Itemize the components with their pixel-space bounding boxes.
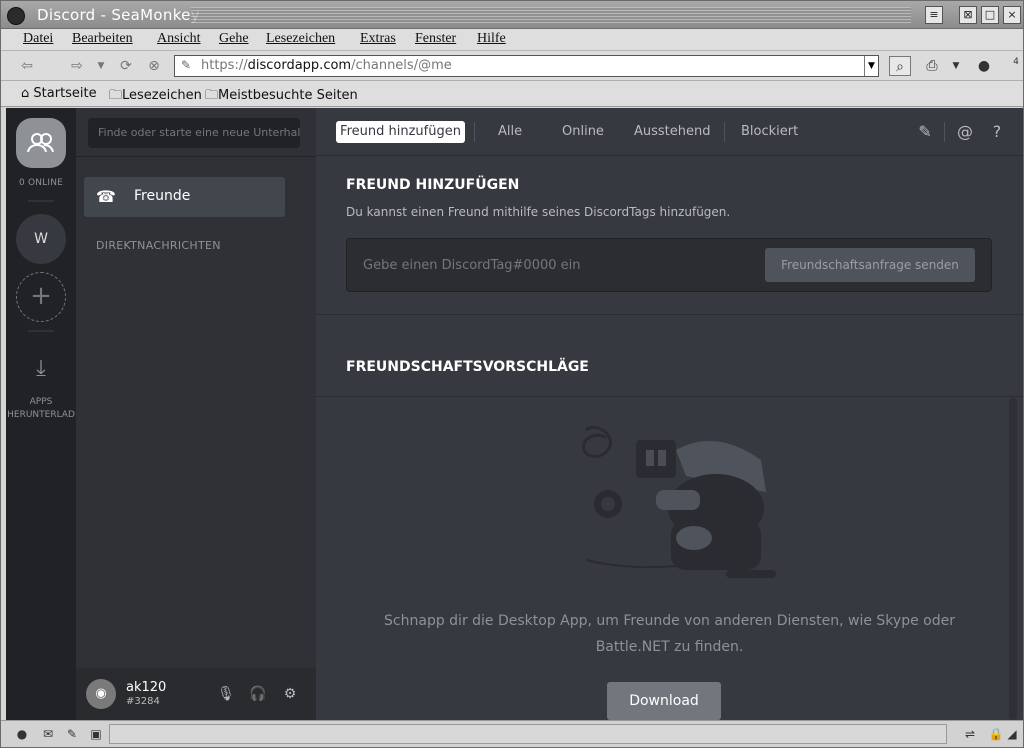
tab-blocked[interactable]: Blockiert <box>741 124 798 139</box>
desktop-app-message: Schnapp dir die Desktop App, um Freunde … <box>384 613 955 655</box>
tab-add-friend[interactable]: Freund hinzufügen <box>336 121 465 143</box>
download-apps-label[interactable]: APPS HERUNTERLAD <box>6 396 76 422</box>
channel-sidebar: Finde oder starte eine neue Unterhaltung… <box>76 108 316 720</box>
tab-online[interactable]: Online <box>562 124 604 139</box>
restore-icon[interactable]: □ <box>981 6 999 24</box>
resize-grip-icon[interactable]: ◢ <box>1005 725 1019 743</box>
back-icon[interactable]: ⇦ <box>15 56 39 76</box>
friends-icon: ☎ <box>96 187 116 206</box>
browser-window: Discord - SeaMonkey ≡ ⊠ □ × Datei Bearbe… <box>0 0 1024 748</box>
maximize-icon[interactable]: ⊠ <box>959 6 977 24</box>
username: ak120 <box>126 680 167 695</box>
menu-bar: Datei Bearbeiten Ansicht Gehe Lesezeiche… <box>1 29 1023 51</box>
security-lock-icon[interactable]: 🔒 <box>987 725 1005 743</box>
download-button[interactable]: Download <box>607 682 721 720</box>
menu-hilfe[interactable]: Hilfe <box>477 31 506 47</box>
direct-messages-header: DIREKTNACHRICHTEN <box>96 239 221 252</box>
composer-icon[interactable]: ✎ <box>63 725 81 743</box>
address-book-icon[interactable]: ▣ <box>87 725 105 743</box>
friends-home-icon[interactable] <box>16 118 66 168</box>
menu-ansicht[interactable]: Ansicht <box>157 31 201 47</box>
forward-dropdown-icon[interactable]: ▼ <box>95 56 107 76</box>
url-bar[interactable]: ✎ https://discordapp.com/channels/@me ▼ <box>174 55 879 77</box>
bookmark-startseite[interactable]: ⌂ Startseite <box>21 86 97 101</box>
discord-tag-input[interactable]: Gebe einen DiscordTag#0000 ein Freundsch… <box>346 238 992 292</box>
add-server-icon[interactable]: + <box>16 272 66 322</box>
addon-badge-count: 4 <box>1013 57 1019 67</box>
home-icon: ⌂ <box>21 86 30 101</box>
new-group-dm-icon[interactable]: ✎ <box>914 121 936 143</box>
add-friend-heading: FREUND HINZUFÜGEN <box>346 177 520 193</box>
guild-sidebar: 0 ONLINE W + ⤓ APPS HERUNTERLAD <box>6 108 76 720</box>
guild-divider <box>28 330 54 332</box>
stop-icon[interactable]: ⊗ <box>143 56 165 76</box>
menu-bearbeiten[interactable]: Bearbeiten <box>72 31 133 47</box>
tab-divider <box>474 122 475 142</box>
discord-app: 0 ONLINE W + ⤓ APPS HERUNTERLAD Finde ode… <box>6 108 1023 720</box>
section-divider <box>316 314 1023 315</box>
download-icon[interactable]: ⤓ <box>16 344 66 394</box>
menu-fenster[interactable]: Fenster <box>415 31 456 47</box>
status-text-field <box>109 724 947 744</box>
mail-icon[interactable]: ✉ <box>39 725 57 743</box>
channel-divider <box>76 156 316 157</box>
conversation-search-input[interactable]: Finde oder starte eine neue Unterhaltung <box>88 118 300 148</box>
help-icon[interactable]: ? <box>986 121 1008 143</box>
send-friend-request-button[interactable]: Freundschaftsanfrage senden <box>765 248 975 282</box>
tab-all[interactable]: Alle <box>498 124 522 139</box>
status-bar: ● ✉ ✎ ▣ ⇌ 🔒 ◢ <box>1 720 1023 747</box>
friends-main-panel: Freund hinzufügen Alle Online Ausstehend… <box>316 108 1023 720</box>
search-icon[interactable]: ⌕ <box>889 56 911 76</box>
tab-pending[interactable]: Ausstehend <box>634 124 711 139</box>
wumpus-gaming-illustration <box>581 425 776 578</box>
main-scrollbar[interactable] <box>1009 398 1017 720</box>
discord-tag-placeholder: Gebe einen DiscordTag#0000 ein <box>363 258 581 273</box>
headphones-icon[interactable]: 🎧 <box>248 684 268 704</box>
friends-tab-bar: Freund hinzufügen Alle Online Ausstehend… <box>316 108 1023 156</box>
settings-gear-icon[interactable]: ⚙ <box>280 684 300 704</box>
shade-button[interactable]: ≡ <box>925 6 943 24</box>
addon-badge-icon[interactable]: 4 <box>999 56 1021 76</box>
user-panel: ◉ ak120 #3284 🎙 🎧 ⚙ <box>76 668 316 720</box>
forward-icon[interactable]: ⇨ <box>65 56 89 76</box>
online-count: 0 ONLINE <box>18 178 64 188</box>
navigator-icon[interactable]: ● <box>13 725 31 743</box>
title-bar: Discord - SeaMonkey ≡ ⊠ □ × <box>1 1 1023 29</box>
friends-nav-item[interactable]: ☎ Freunde <box>84 177 285 217</box>
page-icon: ✎ <box>181 58 192 72</box>
url-text[interactable]: https://discordapp.com/channels/@me <box>201 58 452 73</box>
user-avatar[interactable]: ◉ <box>86 679 116 709</box>
user-tag: #3284 <box>126 696 160 707</box>
tab-divider <box>724 122 725 142</box>
throbber-icon: ● <box>977 58 991 74</box>
url-dropdown-icon[interactable]: ▼ <box>864 56 878 76</box>
print-icon[interactable]: ⎙ <box>921 56 943 76</box>
menu-datei[interactable]: Datei <box>23 31 53 47</box>
print-dropdown-icon[interactable]: ▼ <box>949 56 963 76</box>
menu-lesezeichen[interactable]: Lesezeichen <box>266 31 335 47</box>
close-icon[interactable]: × <box>1003 6 1021 24</box>
guild-divider <box>28 200 54 202</box>
section-divider <box>316 396 1023 397</box>
friend-suggestions-heading: FREUNDSCHAFTSVORSCHLÄGE <box>346 359 589 375</box>
menu-extras[interactable]: Extras <box>360 31 396 47</box>
friends-label: Freunde <box>134 188 191 204</box>
microphone-icon[interactable]: 🎙 <box>216 684 236 704</box>
folder-icon: 🗀 <box>205 88 219 103</box>
titlebar-grip <box>191 7 911 23</box>
bookmark-meistbesuchte[interactable]: 🗀Meistbesuchte Seiten <box>205 86 358 108</box>
seamonkey-icon <box>7 7 25 25</box>
reload-icon[interactable]: ⟳ <box>115 56 137 76</box>
tab-divider <box>944 122 945 142</box>
mentions-icon[interactable]: @ <box>954 121 976 143</box>
server-w[interactable]: W <box>16 214 66 264</box>
add-friend-description: Du kannst einen Freund mithilfe seines D… <box>346 205 731 219</box>
window-title: Discord - SeaMonkey <box>37 6 200 24</box>
online-status-icon[interactable]: ⇌ <box>957 725 983 743</box>
bookmark-lesezeichen[interactable]: 🗀Lesezeichen <box>109 86 202 108</box>
bookmarks-toolbar: ⌂ Startseite 🗀Lesezeichen 🗀Meistbesuchte… <box>1 81 1023 107</box>
menu-gehe[interactable]: Gehe <box>219 31 249 47</box>
folder-icon: 🗀 <box>109 88 123 103</box>
navigation-toolbar: ⇦ ⇨ ▼ ⟳ ⊗ ✎ https://discordapp.com/chann… <box>1 51 1023 81</box>
